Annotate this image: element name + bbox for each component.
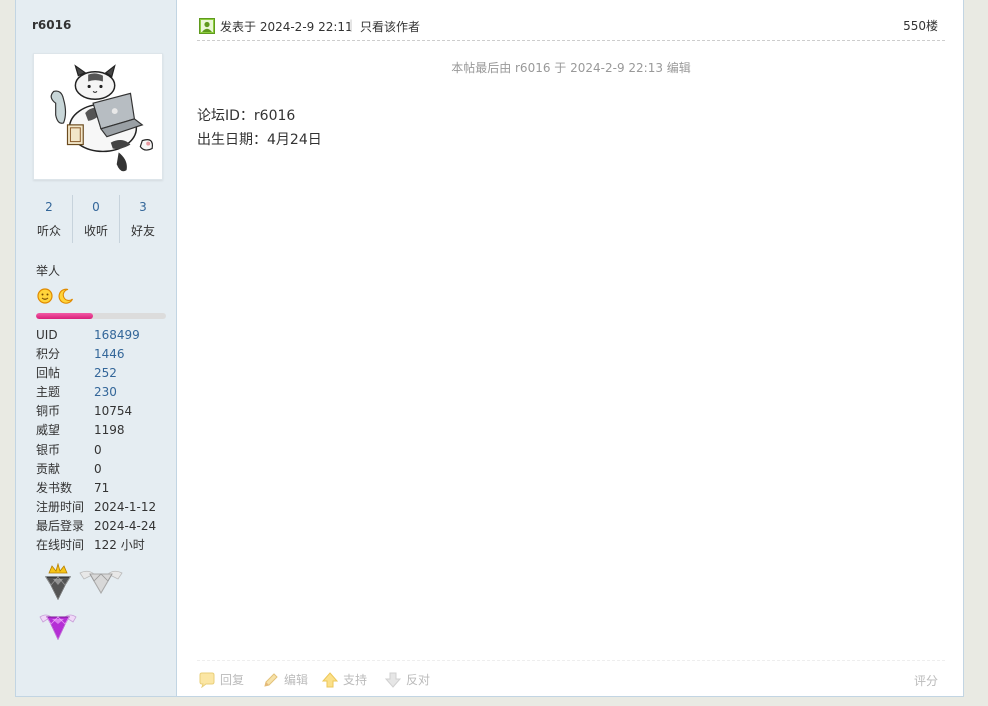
post-actions: 回复 编辑 支持 反对 评分 — [197, 660, 945, 697]
edit-note: 本帖最后由 r6016 于 2024-2-9 22:13 编辑 — [451, 61, 691, 75]
info-key: 银币 — [36, 442, 61, 457]
stat-friends[interactable]: 3 好友 — [119, 195, 166, 243]
stat-label: 好友 — [130, 224, 155, 238]
info-row: 威望 1198 — [36, 421, 156, 440]
stat-num: 2 — [45, 200, 53, 214]
oppose-label: 反对 — [406, 673, 431, 687]
level-progress-bar — [36, 313, 166, 319]
forum-post: r6016 2 听众 0 收听 3 好友 举人 UID 168499 积分 14… — [15, 0, 964, 697]
reply-button[interactable]: 回复 — [199, 671, 244, 688]
edit-button[interactable]: 编辑 — [263, 671, 308, 688]
smiley-icon — [37, 288, 53, 304]
info-value: 10754 — [94, 404, 133, 419]
info-row: 银币 0 — [36, 441, 156, 460]
post-content: 论坛ID：r6016 出生日期：4月24日 — [197, 104, 322, 152]
info-key: 回帖 — [36, 366, 61, 381]
author-name[interactable]: r6016 — [32, 18, 71, 32]
oppose-button[interactable]: 反对 — [385, 671, 430, 688]
info-value[interactable]: 1446 — [94, 347, 125, 361]
info-key: 在线时间 — [36, 538, 85, 553]
info-row: 回帖 252 — [36, 364, 156, 383]
info-value: 2024-1-12 — [94, 499, 157, 514]
content-line: 出生日期：4月24日 — [197, 132, 322, 148]
info-key: 注册时间 — [36, 499, 85, 514]
info-value: 2024-4-24 — [94, 518, 157, 533]
content-line: 论坛ID：r6016 — [197, 108, 296, 124]
winged-diamond-medal[interactable] — [78, 565, 124, 597]
user-info-list: UID 168499 积分 1446 回帖 252 主题 230 铜币 10754 威望 1198 银币… — [36, 326, 156, 555]
reply-label: 回复 — [220, 673, 245, 687]
info-key: 威望 — [36, 423, 61, 438]
info-row: 注册时间 2024-1-12 — [36, 498, 156, 517]
info-value: 122 小时 — [94, 538, 145, 553]
reply-icon — [199, 672, 215, 688]
stat-listeners[interactable]: 2 听众 — [26, 195, 72, 243]
info-row: 积分 1446 — [36, 345, 156, 364]
info-row: 贡献 0 — [36, 460, 156, 479]
info-row: 发书数 71 — [36, 479, 156, 498]
info-key: 贡献 — [36, 461, 61, 476]
info-value[interactable]: 252 — [94, 366, 117, 380]
avatar[interactable] — [33, 53, 163, 180]
cat-avatar-image — [50, 64, 153, 172]
edit-label: 编辑 — [284, 673, 309, 687]
floor-number[interactable]: 550楼 — [903, 17, 938, 34]
info-key: 最后登录 — [36, 518, 85, 533]
info-key: 积分 — [36, 347, 61, 362]
pencil-icon — [264, 672, 278, 687]
info-value: 0 — [94, 461, 102, 476]
thumb-down-arrow-icon — [385, 672, 401, 688]
info-row: 铜币 10754 — [36, 402, 156, 421]
post-time: 发表于 2024-2-9 22:11 — [220, 20, 353, 34]
info-value: 71 — [94, 480, 110, 495]
online-user-icon — [199, 18, 215, 34]
info-value: 1198 — [94, 423, 125, 438]
info-value[interactable]: 168499 — [94, 328, 140, 342]
info-value[interactable]: 230 — [94, 385, 117, 399]
stat-num: 3 — [139, 200, 147, 214]
info-key: 主题 — [36, 385, 61, 400]
stat-following[interactable]: 0 收听 — [72, 195, 119, 243]
info-key: UID — [36, 328, 58, 342]
info-value: 0 — [94, 442, 102, 457]
info-row: 最后登录 2024-4-24 — [36, 517, 156, 536]
post-main: 发表于 2024-2-9 22:11 | 只看该作者 550楼 本帖最后由 r6… — [197, 0, 945, 696]
info-row: 在线时间 122 小时 — [36, 536, 156, 555]
stat-label: 听众 — [36, 224, 61, 238]
separator: | — [349, 18, 354, 32]
stat-num: 0 — [92, 200, 100, 214]
info-row: 主题 230 — [36, 383, 156, 402]
post-header: 发表于 2024-2-9 22:11 | 只看该作者 550楼 — [197, 14, 945, 41]
rate-button[interactable]: 评分 — [914, 672, 938, 689]
thumb-up-arrow-icon — [322, 671, 338, 687]
purple-diamond-medal[interactable] — [38, 609, 78, 643]
moon-icon — [58, 288, 74, 304]
level-progress-fill — [36, 313, 94, 319]
info-row: UID 168499 — [36, 326, 156, 345]
rank-icons — [37, 288, 74, 304]
only-author-link[interactable]: 只看该作者 — [360, 18, 420, 35]
info-key: 发书数 — [36, 480, 73, 495]
support-button[interactable]: 支持 — [322, 671, 367, 688]
user-group[interactable]: 举人 — [36, 262, 60, 279]
support-label: 支持 — [343, 673, 368, 687]
author-sidebar: r6016 2 听众 0 收听 3 好友 举人 UID 168499 积分 14… — [16, 0, 177, 696]
crown-diamond-medal[interactable] — [41, 563, 75, 603]
social-stats: 2 听众 0 收听 3 好友 — [26, 195, 166, 243]
stat-label: 收听 — [83, 224, 108, 238]
info-key: 铜币 — [36, 404, 61, 419]
